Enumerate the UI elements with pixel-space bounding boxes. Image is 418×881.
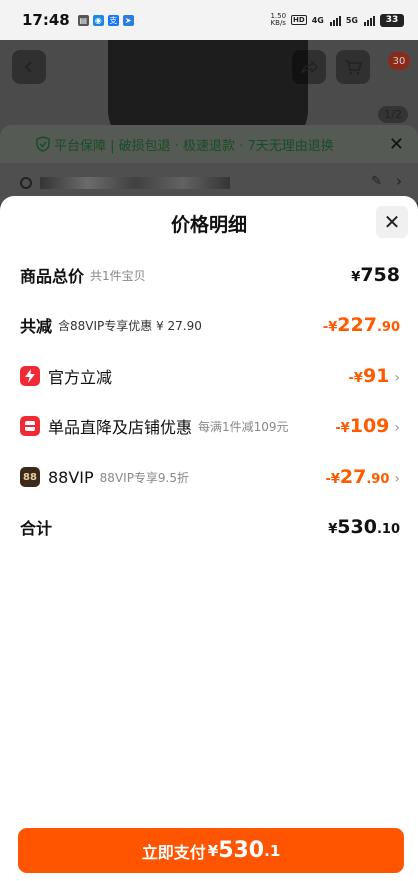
row-amount: -¥ 91 › [348, 365, 400, 387]
row-store-discount[interactable]: 单品直降及店铺优惠 每满1件减109元 -¥ 109 › [20, 413, 400, 439]
row-sub: 88VIP专享9.5折 [99, 470, 190, 485]
row-sub: 含88VIP专享优惠 ¥ 27.90 [58, 318, 202, 333]
amount-int: 758 [360, 264, 400, 286]
amount-currency: -¥ [325, 472, 340, 487]
row-label: 合计 [20, 519, 53, 538]
back-button[interactable] [12, 50, 46, 84]
row-label: 官方立减 [48, 368, 113, 387]
signal-5g-label: 5G [345, 15, 358, 25]
status-bar: 17:48 ▤ ◉ 支 ➤ 1.50 KB/s HD 4G 5G 33 [0, 0, 418, 40]
address-text-blurred [40, 177, 230, 189]
amount-dec: .10 [376, 522, 400, 537]
row-label: 88VIP [48, 467, 94, 487]
message-icon: ▤ [77, 14, 89, 26]
row-amount: ¥ 530 .10 [328, 516, 400, 538]
row-official-discount[interactable]: 官方立减 -¥ 91 › [20, 363, 400, 389]
row-subtotal: 合计 ¥ 530 .10 [20, 514, 400, 540]
amount-int: 27 [339, 466, 367, 488]
signal-5g-icon [364, 15, 375, 26]
row-item-total: 商品总价 共1件宝贝 ¥ 758 [20, 262, 400, 288]
row-label: 单品直降及店铺优惠 [48, 418, 193, 437]
navigation-icon: ➤ [122, 14, 134, 26]
status-right: 1.50 KB/s HD 4G 5G 33 [270, 13, 404, 27]
row-amount: -¥ 109 › [335, 415, 400, 437]
row-amount: -¥ 27 .90 › [325, 466, 400, 488]
amount-currency: -¥ [322, 320, 338, 335]
wechat-icon: ◉ [92, 14, 104, 26]
row-total-discount: 共减 含88VIP专享优惠 ¥ 27.90 -¥ 227 .90 [20, 312, 400, 338]
amount-int: 109 [349, 415, 390, 437]
row-amount: ¥ 758 [351, 264, 400, 286]
chevron-right-icon: › [394, 420, 400, 436]
cart-icon [345, 60, 362, 75]
chevron-right-icon: › [396, 172, 402, 190]
battery-icon: 33 [380, 13, 404, 27]
alipay-icon: 支 [107, 14, 119, 26]
signal-4g-icon [329, 15, 341, 26]
row-sub: 每满1件减109元 [198, 419, 289, 434]
guarantee-close-icon[interactable]: ✕ [389, 134, 404, 155]
price-detail-sheet: 价格明细 ✕ 商品总价 共1件宝贝 ¥ 758 共减 含88VIP专享优惠 ¥ … [0, 196, 418, 881]
amount-currency: -¥ [348, 371, 363, 386]
close-icon: ✕ [383, 210, 401, 234]
amount-currency: -¥ [335, 421, 350, 436]
chevron-right-icon: › [394, 370, 400, 386]
pay-now-button[interactable]: 立即支付 ¥ 530 .1 [18, 828, 404, 873]
location-icon [20, 177, 32, 189]
guarantee-text: 平台保障 | 破损包退 · 极速退款 · 7天无理由退换 [54, 138, 334, 154]
net-speed: 1.50 KB/s [270, 13, 286, 27]
pay-label: 立即支付 [141, 842, 206, 862]
amount-currency: ¥ [328, 522, 338, 537]
amount-dec: .90 [366, 472, 390, 487]
amount-int: 227 [337, 314, 377, 336]
row-label: 商品总价 [20, 267, 85, 286]
net-speed-unit: KB/s [270, 19, 286, 27]
store-coupon-icon [20, 416, 40, 436]
pay-amount-dec: .1 [264, 841, 281, 860]
vip-88-icon: 88 [20, 467, 40, 487]
sheet-title: 价格明细 [170, 214, 247, 236]
status-app-icons: ▤ ◉ 支 ➤ [77, 14, 134, 26]
edit-icon[interactable]: ✎ [371, 174, 382, 189]
amount-int: 530 [337, 516, 377, 538]
close-button[interactable]: ✕ [376, 206, 408, 238]
row-label: 共减 [20, 317, 53, 336]
share-button[interactable] [292, 50, 326, 84]
row-amount: -¥ 227 .90 [323, 314, 400, 336]
pay-currency: ¥ [207, 841, 219, 860]
status-time: 17:48 [22, 11, 70, 29]
amount-dec: .90 [376, 320, 400, 335]
guarantee-bar[interactable]: 平台保障 | 破损包退 · 极速退款 · 7天无理由退换 ✕ [0, 125, 418, 163]
chevron-right-icon: › [394, 471, 400, 487]
row-88vip[interactable]: 88 88VIP 88VIP专享9.5折 -¥ 27 .90 › [20, 464, 400, 490]
hd-icon: HD [291, 15, 307, 25]
cart-button[interactable] [336, 50, 370, 84]
row-sub: 共1件宝贝 [90, 268, 146, 283]
amount-currency: ¥ [351, 270, 361, 285]
share-icon [300, 60, 318, 74]
cart-badge: 30 [388, 52, 410, 70]
amount-int: 91 [362, 365, 390, 387]
shield-check-icon [36, 136, 50, 152]
lightning-icon [20, 366, 40, 386]
pay-amount-int: 530 [218, 838, 265, 863]
signal-4g-label: 4G [311, 15, 324, 25]
back-arrow-icon [24, 61, 32, 73]
image-pager: 1/2 [378, 106, 408, 123]
